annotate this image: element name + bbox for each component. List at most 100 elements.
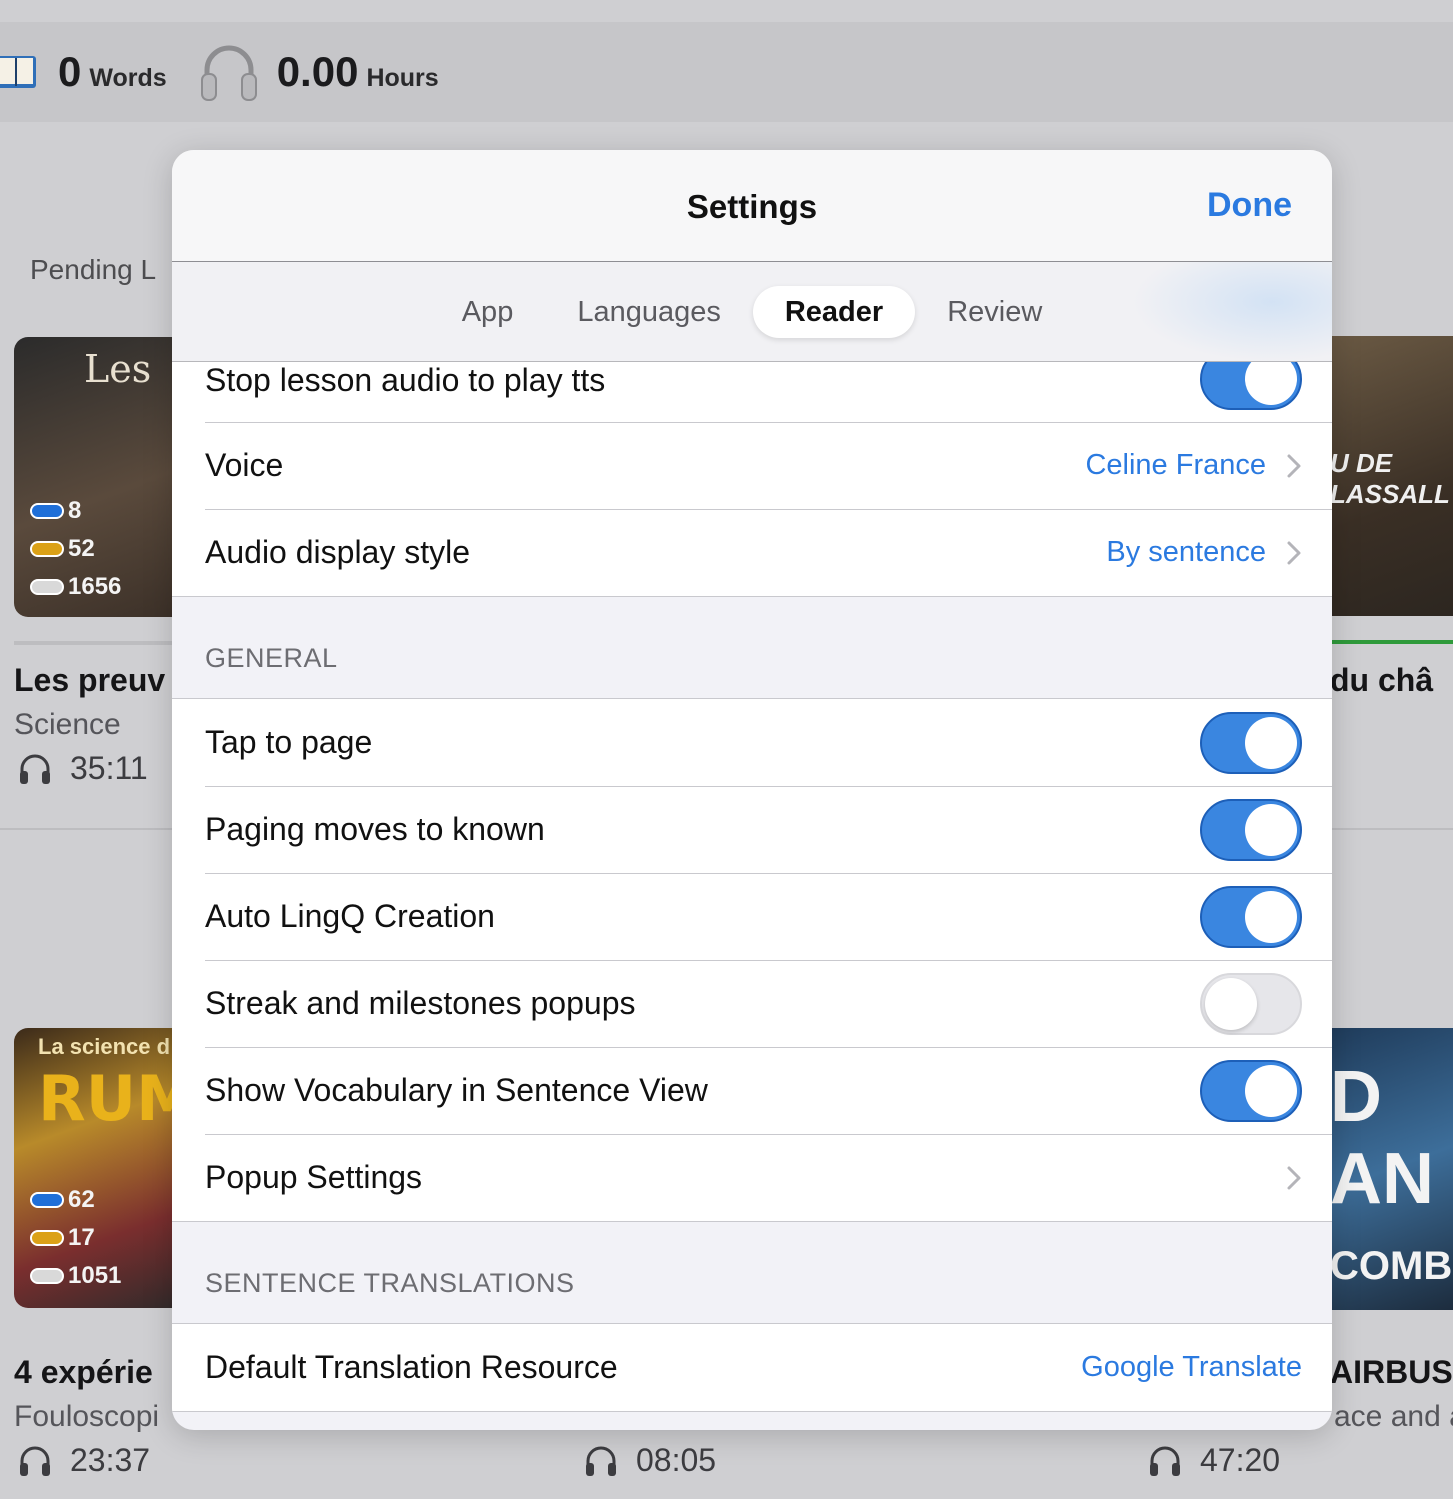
pending-lessons-label: Pending L xyxy=(30,254,157,285)
auto-lingq-creation-toggle[interactable] xyxy=(1200,885,1302,948)
hours-count: 0.00 xyxy=(276,48,359,95)
chevron-right-icon xyxy=(1287,454,1301,477)
thumbnail-art-text: La science d xyxy=(38,1034,171,1059)
lingq-count: 52 xyxy=(68,535,95,562)
headphones-icon xyxy=(20,754,50,784)
lesson-title[interactable]: du châ xyxy=(1330,662,1433,699)
setting-label: Default Translation Resource xyxy=(205,1349,618,1385)
setting-label: Auto LingQ Creation xyxy=(205,898,495,934)
setting-row-auto-lingq-creation: Auto LingQ Creation xyxy=(172,873,1332,960)
settings-scroll-area[interactable]: Stop lesson audio to play tts Voice Celi… xyxy=(172,362,1332,1430)
tab-app[interactable]: App xyxy=(430,286,546,338)
new-pill-icon xyxy=(30,1268,64,1284)
word-counts: 62 17 1051 xyxy=(30,1186,121,1290)
chevron-right-icon xyxy=(1287,1166,1301,1189)
general-settings-group: Tap to page Paging moves to known Auto L… xyxy=(172,699,1332,1222)
lingq-pill-icon xyxy=(30,541,64,557)
paging-moves-to-known-toggle[interactable] xyxy=(1200,798,1302,861)
tap-to-page-toggle[interactable] xyxy=(1200,711,1302,774)
audio-settings-group: Stop lesson audio to play tts Voice Celi… xyxy=(172,362,1332,597)
tab-languages[interactable]: Languages xyxy=(545,286,753,338)
setting-label: Popup Settings xyxy=(205,1159,423,1195)
modal-header: Settings Done xyxy=(172,150,1332,262)
lesson-provider: Fouloscopi xyxy=(14,1400,160,1433)
headphones-icon xyxy=(20,1446,50,1476)
lesson-category: Science xyxy=(14,708,121,741)
words-count: 0 xyxy=(58,48,82,95)
setting-label: Paging moves to known xyxy=(205,811,545,847)
toggle-knob xyxy=(1245,803,1297,856)
setting-row-show-vocabulary: Show Vocabulary in Sentence View xyxy=(172,1047,1332,1134)
setting-label: Voice xyxy=(205,447,284,483)
done-button[interactable]: Done xyxy=(1207,186,1292,225)
lesson-title[interactable]: 4 expérie xyxy=(14,1354,153,1391)
toggle-knob xyxy=(1245,362,1297,405)
section-header-general: GENERAL xyxy=(172,597,1332,699)
lesson-title[interactable]: AIRBUS xyxy=(1330,1354,1453,1391)
show-vocabulary-toggle[interactable] xyxy=(1200,1059,1302,1122)
lesson-provider: ace and a xyxy=(1334,1400,1453,1433)
segmented-control: App Languages Reader Review xyxy=(172,286,1332,338)
lesson-duration: 23:37 xyxy=(18,1442,150,1479)
setting-label: Stop lesson audio to play tts xyxy=(205,362,606,398)
setting-row-default-translation-resource[interactable]: Default Translation Resource Google Tran… xyxy=(172,1324,1332,1411)
voice-value: Celine France xyxy=(1085,449,1266,481)
setting-row-tap-to-page: Tap to page xyxy=(172,699,1332,786)
tab-reader[interactable]: Reader xyxy=(752,286,916,338)
setting-label: Tap to page xyxy=(205,724,373,760)
chevron-right-icon xyxy=(1287,541,1301,564)
lesson-progress xyxy=(1320,640,1453,644)
audio-display-style-value: By sentence xyxy=(1106,536,1266,568)
section-header-sentence-translations: SENTENCE TRANSLATIONS xyxy=(172,1222,1332,1324)
word-counts: 8 52 1656 xyxy=(30,497,121,601)
thumbnail-art-text: COMBA xyxy=(1330,1244,1453,1288)
stop-lesson-audio-toggle[interactable] xyxy=(1200,362,1302,410)
setting-row-popup-settings[interactable]: Popup Settings xyxy=(172,1134,1332,1221)
hours-stat: 0.00 Hours xyxy=(277,48,439,96)
lesson-title[interactable]: Les preuv xyxy=(14,662,165,699)
lesson-duration: 35:11 xyxy=(18,750,148,787)
setting-row-stop-lesson-audio: Stop lesson audio to play tts xyxy=(172,362,1332,422)
toggle-knob xyxy=(1245,1064,1297,1117)
words-stat: 0 Words xyxy=(58,48,167,96)
stats-bar: 0 Words 0.00 Hours xyxy=(0,22,1453,122)
thumbnail-art-text: Les xyxy=(84,347,152,391)
toggle-knob xyxy=(1205,977,1257,1030)
hours-unit: Hours xyxy=(366,64,439,92)
toggle-knob xyxy=(1245,716,1297,769)
headphones-icon xyxy=(200,45,257,101)
thumbnail-art-text: U DE LASSALL xyxy=(1330,448,1450,509)
setting-label: Show Vocabulary in Sentence View xyxy=(205,1072,708,1108)
setting-row-streak-popups: Streak and milestones popups xyxy=(172,960,1332,1047)
known-count: 62 xyxy=(68,1186,95,1213)
settings-tabs-bar: App Languages Reader Review xyxy=(172,262,1332,362)
duration-text: 23:37 xyxy=(70,1442,151,1478)
lingq-pill-icon xyxy=(30,1230,64,1246)
new-count: 1051 xyxy=(68,1262,122,1289)
setting-row-audio-display-style[interactable]: Audio display style By sentence xyxy=(172,509,1332,596)
headphones-icon xyxy=(1150,1446,1180,1476)
settings-modal: Settings Done App Languages Reader Revie… xyxy=(172,150,1332,1430)
translation-resource-value: Google Translate xyxy=(1081,1351,1302,1383)
setting-row-paging-moves-to-known: Paging moves to known xyxy=(172,786,1332,873)
duration-text: 08:05 xyxy=(636,1442,717,1478)
new-count: 1656 xyxy=(68,573,122,600)
lesson-thumbnail[interactable]: U DE LASSALL xyxy=(1320,336,1453,616)
known-pill-icon xyxy=(30,503,64,519)
new-pill-icon xyxy=(30,579,64,595)
setting-label: Audio display style xyxy=(205,534,471,570)
setting-label: Streak and milestones popups xyxy=(205,985,636,1021)
lesson-duration: 08:05 xyxy=(584,1442,716,1479)
words-unit: Words xyxy=(89,64,167,92)
known-count: 8 xyxy=(68,497,82,524)
streak-popups-toggle[interactable] xyxy=(1200,972,1302,1035)
toggle-knob xyxy=(1245,890,1297,943)
duration-text: 47:20 xyxy=(1200,1442,1281,1478)
modal-title: Settings xyxy=(686,188,818,225)
setting-row-voice[interactable]: Voice Celine France xyxy=(172,422,1332,509)
tab-review[interactable]: Review xyxy=(915,286,1074,338)
lesson-duration: 47:20 xyxy=(1148,1442,1280,1479)
headphones-icon xyxy=(586,1446,616,1476)
lesson-thumbnail[interactable]: D AN COMBA xyxy=(1320,1028,1453,1310)
translation-settings-group: Default Translation Resource Google Tran… xyxy=(172,1324,1332,1412)
